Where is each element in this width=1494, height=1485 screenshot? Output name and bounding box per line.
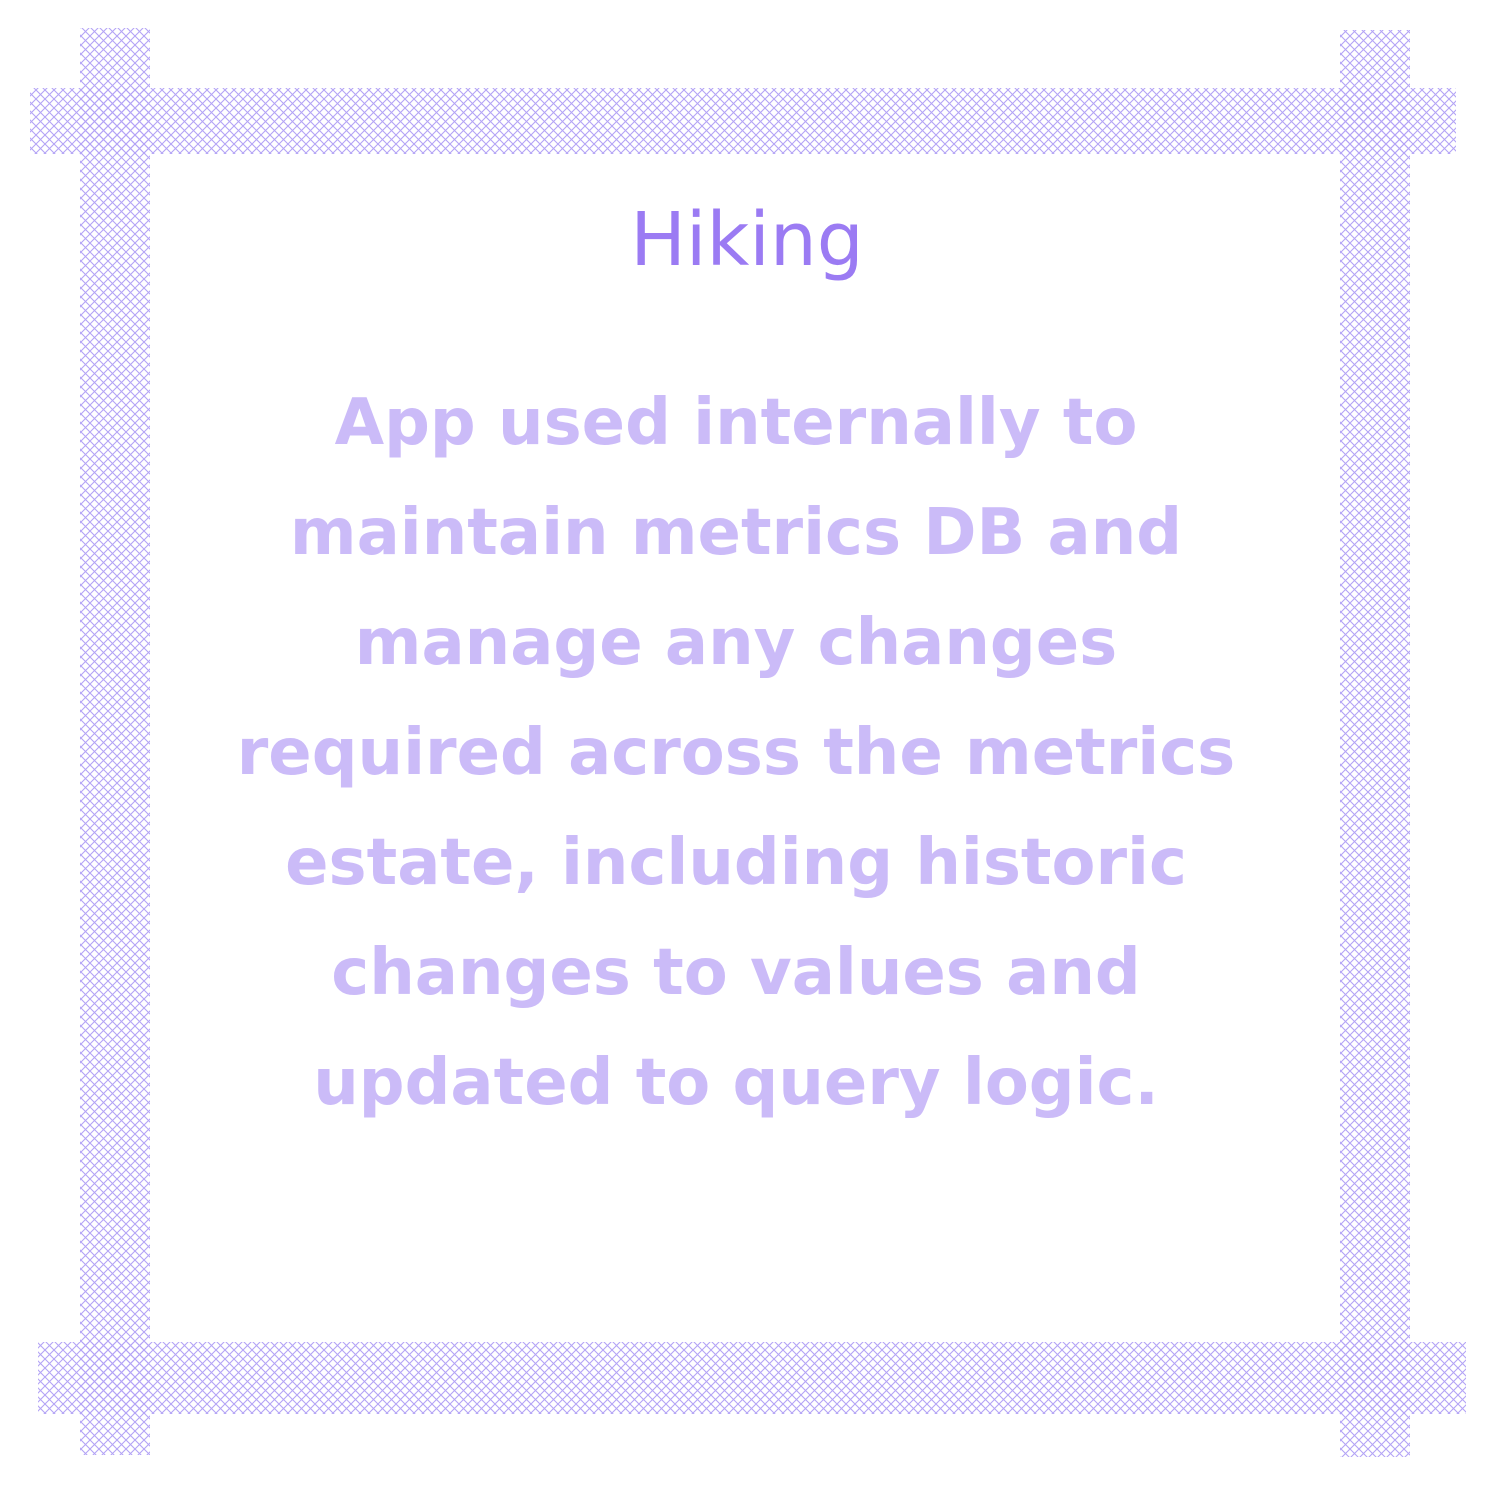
frame-bottom-band: [38, 1342, 1466, 1414]
description-line: changes to values and: [331, 936, 1141, 1010]
card-description: App used internally to maintain metrics …: [200, 368, 1272, 1138]
description-line: manage any changes: [354, 606, 1118, 680]
description-line: required across the metrics: [236, 716, 1236, 790]
description-line: updated to query logic.: [313, 1046, 1159, 1120]
description-line: estate, including historic: [285, 826, 1187, 900]
description-line: maintain metrics DB and: [289, 496, 1183, 570]
frame-top-band: [30, 88, 1456, 154]
description-line: App used internally to: [334, 386, 1138, 460]
card-title: Hiking: [630, 197, 864, 283]
